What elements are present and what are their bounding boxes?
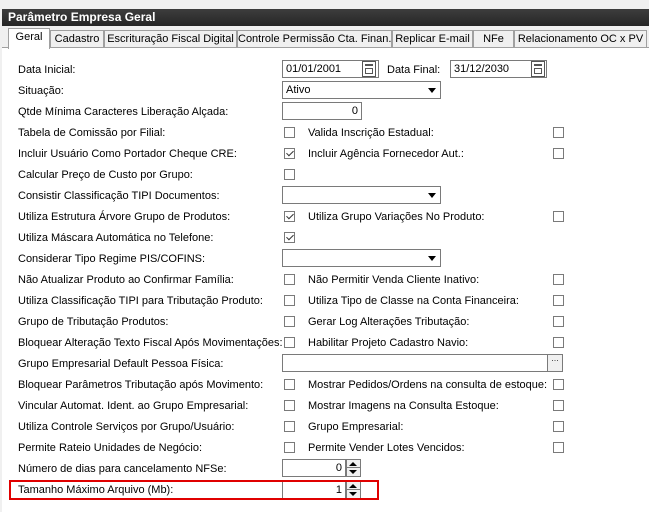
qtde-input[interactable]: 0 <box>282 102 362 120</box>
tab-nfe[interactable]: NFe <box>473 30 514 48</box>
nao-atualizar-label: Não Atualizar Produto ao Confirmar Famíl… <box>18 274 234 286</box>
permite-lotes-checkbox[interactable] <box>553 442 564 453</box>
mostrar-imagens-checkbox[interactable] <box>553 400 564 411</box>
permite-rateio-label: Permite Rateio Unidades de Negócio: <box>18 442 203 454</box>
utiliza-grupo-var-checkbox[interactable] <box>553 211 564 222</box>
tab-escrituracao-fiscal[interactable]: Escrituração Fiscal Digital <box>104 30 237 48</box>
chevron-down-icon[interactable] <box>425 187 440 203</box>
gerar-log-checkbox[interactable] <box>553 316 564 327</box>
tabela-comissao-label: Tabela de Comissão por Filial: <box>18 127 166 139</box>
highlight-box <box>9 480 379 500</box>
calendar-icon[interactable] <box>362 61 376 77</box>
calendar-icon[interactable] <box>531 61 545 77</box>
permite-lotes-label: Permite Vender Lotes Vencidos: <box>308 442 465 454</box>
spinner-divider <box>347 467 360 468</box>
calcular-preco-checkbox[interactable] <box>284 169 295 180</box>
tab-cadastro[interactable]: Cadastro <box>50 30 104 48</box>
utiliza-class-tipi-checkbox[interactable] <box>284 295 295 306</box>
utiliza-estrutura-label: Utiliza Estrutura Árvore Grupo de Produt… <box>18 211 231 223</box>
utiliza-tipo-classe-label: Utiliza Tipo de Classe na Conta Financei… <box>308 295 519 307</box>
chevron-down-icon[interactable] <box>425 250 440 266</box>
utiliza-estrutura-checkbox[interactable] <box>284 211 295 222</box>
numero-dias-spinner[interactable] <box>346 459 361 477</box>
utiliza-mascara-label: Utiliza Máscara Automática no Telefone: <box>18 232 214 244</box>
arrow-down-icon[interactable] <box>349 470 357 474</box>
permite-rateio-checkbox[interactable] <box>284 442 295 453</box>
mostrar-imagens-label: Mostrar Imagens na Consulta Estoque: <box>308 400 499 412</box>
tab-relacionamento-oc-pv[interactable]: Relacionamento OC x PV <box>514 30 647 48</box>
data-inicial-value: 01/01/2001 <box>286 63 342 75</box>
grupo-trib-checkbox[interactable] <box>284 316 295 327</box>
vincular-label: Vincular Automat. Ident. ao Grupo Empres… <box>18 400 249 412</box>
gerar-log-label: Gerar Log Alterações Tributação: <box>308 316 470 328</box>
habilitar-navio-checkbox[interactable] <box>553 337 564 348</box>
utiliza-class-tipi-label: Utiliza Classificação TIPI para Tributaç… <box>18 295 263 307</box>
valida-ie-label: Valida Inscrição Estadual: <box>308 127 434 139</box>
grupo-empresarial-default-label: Grupo Empresarial Default Pessoa Física: <box>18 358 224 370</box>
arrow-up-icon[interactable] <box>349 462 357 466</box>
situacao-select[interactable]: Ativo <box>282 81 441 99</box>
data-inicial-label: Data Inicial: <box>18 64 76 76</box>
grupo-empresarial-label: Grupo Empresarial: <box>308 421 404 433</box>
nao-atualizar-checkbox[interactable] <box>284 274 295 285</box>
nao-permitir-checkbox[interactable] <box>553 274 564 285</box>
utiliza-controle-label: Utiliza Controle Serviços por Grupo/Usuá… <box>18 421 235 433</box>
valida-ie-checkbox[interactable] <box>553 127 564 138</box>
incluir-usuario-checkbox[interactable] <box>284 148 295 159</box>
window-title: Parâmetro Empresa Geral <box>2 9 649 26</box>
vincular-checkbox[interactable] <box>284 400 295 411</box>
data-final-label: Data Final: <box>387 64 441 76</box>
bloquear-alteracao-label: Bloquear Alteração Texto Fiscal Após Mov… <box>18 337 283 349</box>
considerar-pis-select[interactable] <box>282 249 441 267</box>
consistir-tipi-select[interactable] <box>282 186 441 204</box>
situacao-label: Situação: <box>18 85 64 97</box>
utiliza-tipo-classe-checkbox[interactable] <box>553 295 564 306</box>
numero-dias-input[interactable]: 0 <box>282 459 346 477</box>
tab-replicar-email[interactable]: Replicar E-mail <box>392 30 473 48</box>
data-final-value: 31/12/2030 <box>454 63 510 75</box>
tabela-comissao-checkbox[interactable] <box>284 127 295 138</box>
qtde-label: Qtde Mínima Caracteres Liberação Alçada: <box>18 106 229 118</box>
situacao-value: Ativo <box>286 84 311 96</box>
lookup-icon[interactable]: … <box>547 354 563 372</box>
habilitar-navio-label: Habilitar Projeto Cadastro Navio: <box>308 337 469 349</box>
utiliza-controle-checkbox[interactable] <box>284 421 295 432</box>
mostrar-pedidos-label: Mostrar Pedidos/Ordens na consulta de es… <box>308 379 548 391</box>
incluir-agencia-label: Incluir Agência Fornecedor Aut.: <box>308 148 464 160</box>
chevron-down-icon[interactable] <box>425 82 440 98</box>
considerar-pis-label: Considerar Tipo Regime PIS/COFINS: <box>18 253 206 265</box>
tab-bar: Geral Cadastro Escrituração Fiscal Digit… <box>2 28 649 49</box>
nao-permitir-label: Não Permitir Venda Cliente Inativo: <box>308 274 480 286</box>
bloquear-alteracao-checkbox[interactable] <box>284 337 295 348</box>
grupo-empresarial-checkbox[interactable] <box>553 421 564 432</box>
consistir-tipi-label: Consistir Classificação TIPI Documentos: <box>18 190 220 202</box>
calcular-preco-label: Calcular Preço de Custo por Grupo: <box>18 169 193 181</box>
tab-geral[interactable]: Geral <box>8 28 50 49</box>
incluir-usuario-label: Incluir Usuário Como Portador Cheque CRE… <box>18 148 237 160</box>
utiliza-mascara-checkbox[interactable] <box>284 232 295 243</box>
incluir-agencia-checkbox[interactable] <box>553 148 564 159</box>
bloquear-param-label: Bloquear Parâmetros Tributação após Movi… <box>18 379 264 391</box>
mostrar-pedidos-checkbox[interactable] <box>553 379 564 390</box>
tab-controle-permissao[interactable]: Controle Permissão Cta. Finan. <box>237 30 392 48</box>
grupo-trib-label: Grupo de Tributação Produtos: <box>18 316 169 328</box>
utiliza-grupo-var-label: Utiliza Grupo Variações No Produto: <box>308 211 485 223</box>
grupo-empresarial-default-input[interactable] <box>282 354 548 372</box>
numero-dias-label: Número de dias para cancelamento NFSe: <box>18 463 227 475</box>
bloquear-param-checkbox[interactable] <box>284 379 295 390</box>
